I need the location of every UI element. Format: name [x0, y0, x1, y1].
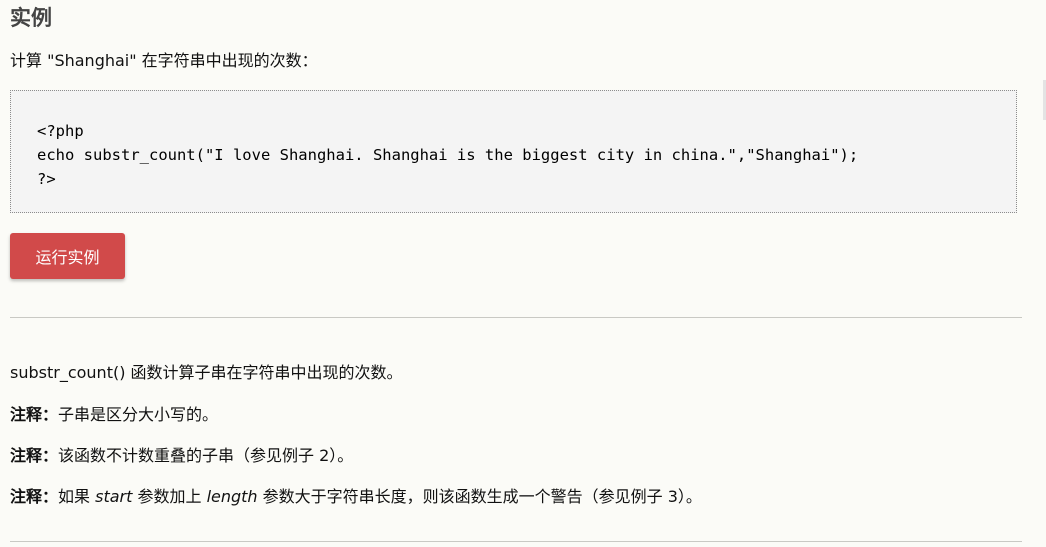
param-start: start: [95, 487, 133, 506]
note-label: 注释：: [10, 405, 59, 424]
code-block: <?php echo substr_count("I love Shanghai…: [10, 90, 1017, 213]
note-text: 子串是区分大小写的。: [58, 405, 219, 424]
divider-bottom: [10, 541, 1022, 542]
note-text-b: 参数加上: [132, 487, 207, 506]
note-label: 注释：: [10, 446, 59, 465]
note-overlap: 注释：该函数不计数重叠的子串（参见例子 2）。: [10, 442, 353, 466]
run-example-button[interactable]: 运行实例: [10, 233, 125, 279]
code-line-2: echo substr_count("I love Shanghai. Shan…: [37, 146, 859, 164]
example-intro: 计算 "Shanghai" 在字符串中出现的次数：: [10, 51, 318, 70]
section-title: 实例: [10, 6, 52, 30]
code-line-1: <?php: [37, 122, 84, 140]
note-label: 注释：: [10, 487, 59, 506]
note-case-sensitive: 注释：子串是区分大小写的。: [10, 401, 218, 425]
divider-top: [10, 317, 1022, 318]
param-length: length: [206, 487, 258, 506]
note-text: 该函数不计数重叠的子串（参见例子 2）。: [58, 446, 354, 465]
note-warning: 注释：如果 start 参数加上 length 参数大于字符串长度，则该函数生成…: [10, 483, 702, 507]
page: 实例 计算 "Shanghai" 在字符串中出现的次数： <?php echo …: [0, 0, 1046, 547]
note-text-a: 如果: [58, 487, 96, 506]
description-text: substr_count() 函数计算子串在字符串中出现的次数。: [10, 363, 403, 382]
note-text-c: 参数大于字符串长度，则该函数生成一个警告（参见例子 3）。: [257, 487, 702, 506]
code-line-3: ?>: [37, 170, 56, 188]
